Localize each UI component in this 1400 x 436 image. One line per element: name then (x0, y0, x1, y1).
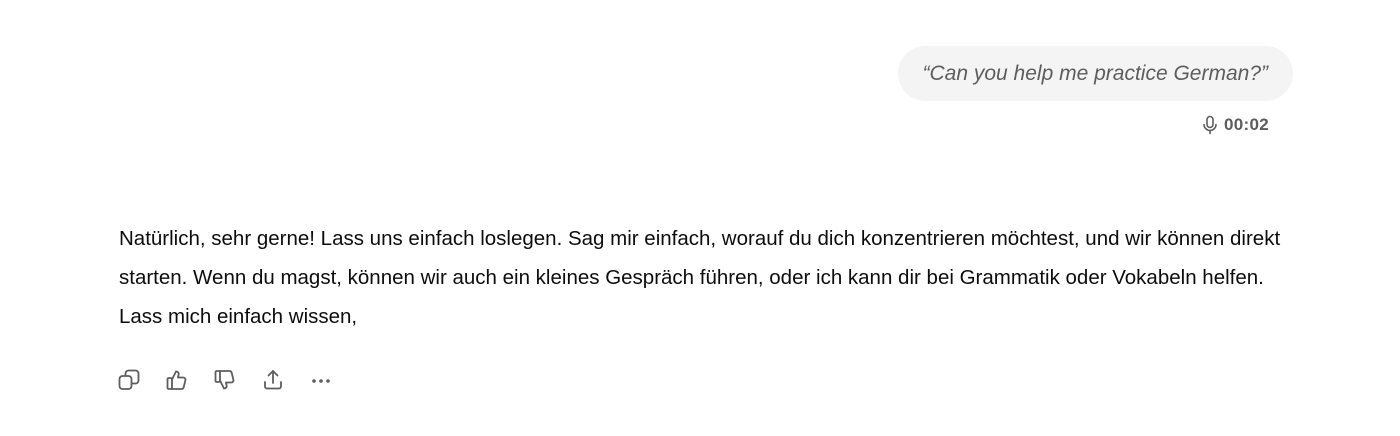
thumbs-up-icon (164, 367, 190, 393)
message-action-bar (118, 364, 337, 396)
user-message-text: “Can you help me practice German?” (922, 61, 1269, 85)
share-button[interactable] (257, 364, 289, 396)
thumbs-down-button[interactable] (209, 364, 241, 396)
copy-button[interactable] (113, 364, 145, 396)
assistant-message-text: Natürlich, sehr gerne! Lass uns einfach … (119, 227, 1281, 328)
thumbs-down-icon (212, 367, 238, 393)
more-icon (308, 367, 334, 393)
voice-duration: 00:02 (1224, 115, 1269, 134)
voice-message-meta: 00:02 (1202, 115, 1269, 135)
microphone-icon (1202, 115, 1218, 135)
copy-icon (116, 367, 142, 393)
assistant-message: Natürlich, sehr gerne! Lass uns einfach … (119, 219, 1299, 336)
thumbs-up-button[interactable] (161, 364, 193, 396)
user-message-bubble: “Can you help me practice German?” (897, 46, 1293, 101)
share-icon (260, 367, 286, 393)
more-button[interactable] (305, 364, 337, 396)
